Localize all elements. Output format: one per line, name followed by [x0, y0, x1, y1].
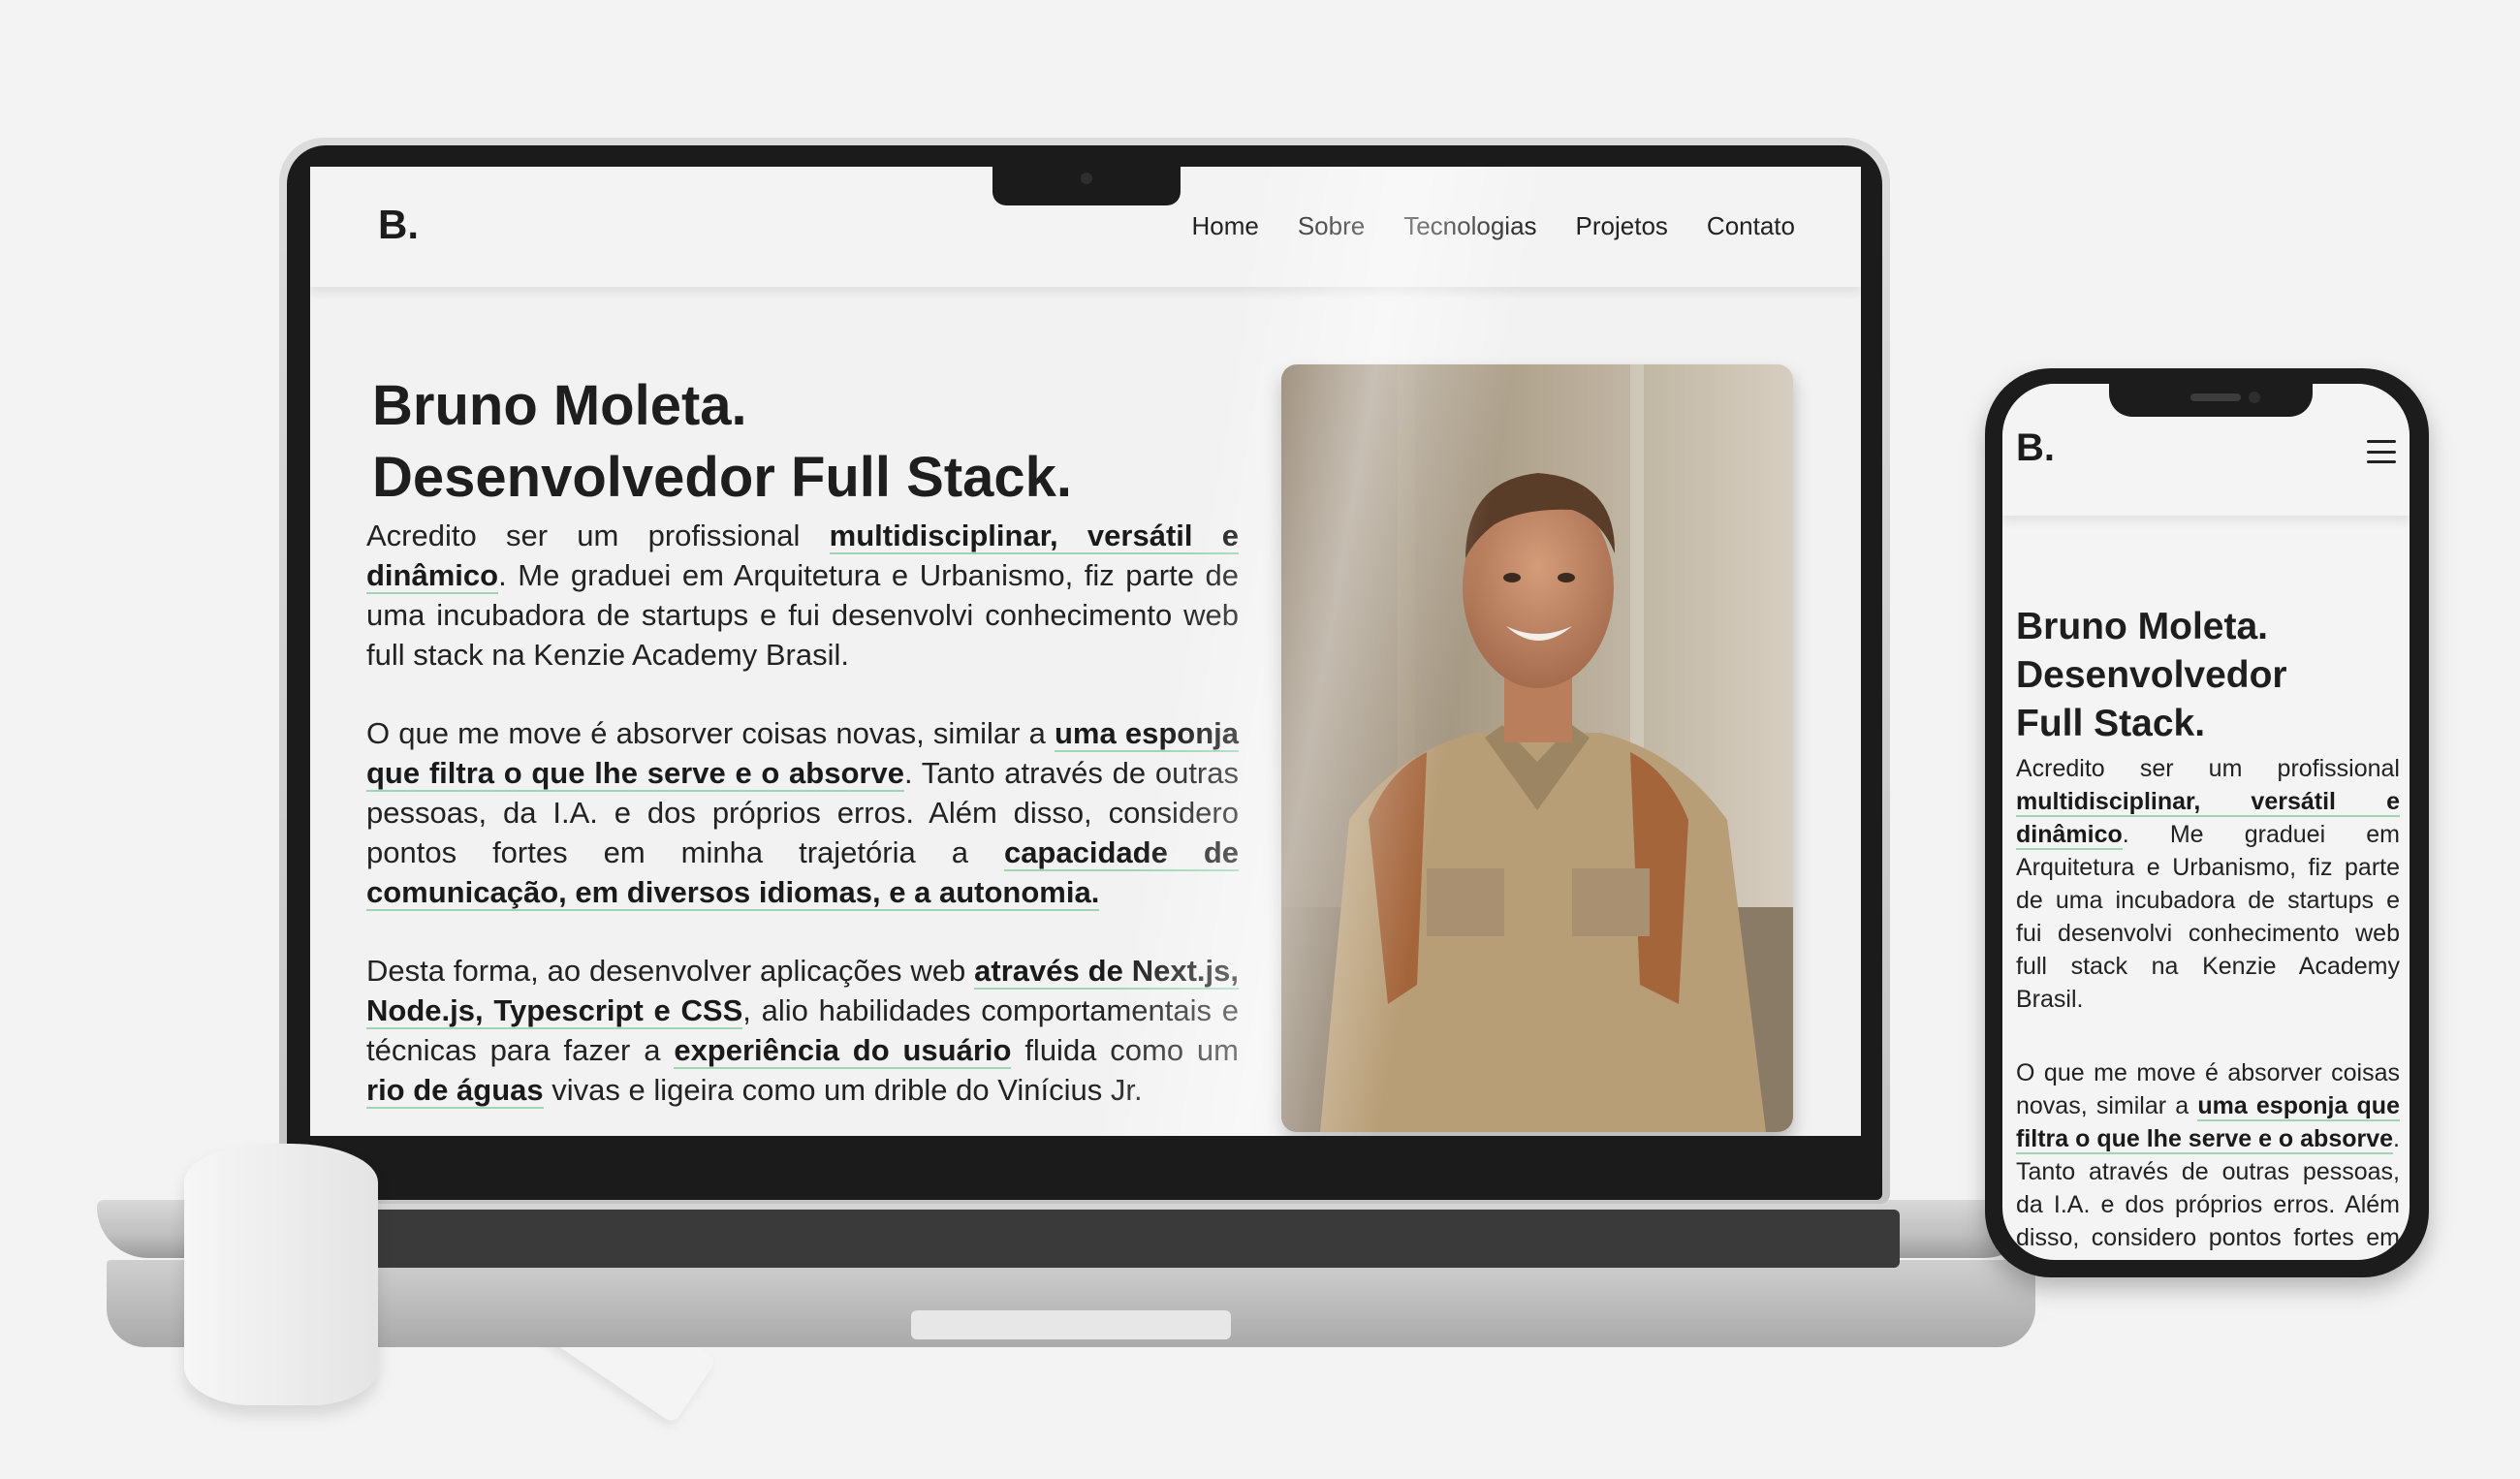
nav-projetos[interactable]: Projetos	[1576, 211, 1668, 241]
hero-paragraph-3: Desta forma, ao desenvolver aplicações w…	[366, 954, 1239, 1109]
hero-paragraph-1: Acredito ser um profissional multidiscip…	[366, 519, 1239, 672]
highlight-text: rio de águas	[366, 1073, 544, 1109]
laptop-keyboard	[349, 1210, 1900, 1268]
site-logo[interactable]: B.	[378, 202, 419, 248]
laptop-screen: B. Home Sobre Tecnologias Projetos Conta…	[310, 167, 1861, 1136]
laptop-notch	[992, 167, 1181, 205]
nav-sobre[interactable]: Sobre	[1298, 211, 1365, 241]
laptop-trackpad	[911, 1310, 1231, 1339]
mobile-hero-title: Bruno Moleta. Desenvolvedor Full Stack.	[2016, 603, 2404, 748]
hamburger-menu-icon[interactable]	[2367, 440, 2396, 463]
speaker-icon	[2190, 393, 2241, 401]
mobile-logo[interactable]: B.	[2016, 426, 2055, 470]
hero-name: Bruno Moleta.	[372, 374, 747, 437]
nav-contato[interactable]: Contato	[1707, 211, 1795, 241]
hero-title: Bruno Moleta. Desenvolvedor Full Stack.	[372, 370, 1244, 514]
hero-description: Acredito ser um profissional multidiscip…	[366, 516, 1239, 1136]
main-nav: Home Sobre Tecnologias Projetos Contato	[1191, 211, 1795, 241]
profile-photo	[1281, 364, 1793, 1132]
mobile-hero-role-line-2: Full Stack.	[2016, 703, 2206, 744]
camera-icon	[1081, 173, 1092, 184]
mobile-hero-role-line-1: Desenvolvedor	[2016, 654, 2287, 696]
hero-paragraph-2: O que me move é absorver coisas novas, s…	[366, 716, 1239, 911]
mobile-hero-description: Acredito ser um profissional multidiscip…	[2016, 752, 2400, 1260]
nav-tecnologias[interactable]: Tecnologias	[1403, 211, 1536, 241]
phone-notch	[2109, 380, 2313, 417]
nav-home[interactable]: Home	[1191, 211, 1258, 241]
portrait-image	[1281, 364, 1793, 1132]
mobile-hero-name: Bruno Moleta.	[2016, 606, 2268, 647]
tape-roll-decoration	[184, 1144, 378, 1405]
highlight-text: experiência do usuário	[674, 1033, 1012, 1069]
phone-screen: B. Bruno Moleta. Desenvolvedor Full Stac…	[2002, 384, 2410, 1260]
mobile-paragraph-2: O que me move é absorver coisas novas, s…	[2016, 1056, 2400, 1260]
hero-role: Desenvolvedor Full Stack.	[372, 446, 1073, 509]
camera-icon	[2249, 392, 2260, 403]
mobile-paragraph-1: Acredito ser um profissional multidiscip…	[2016, 755, 2400, 1013]
